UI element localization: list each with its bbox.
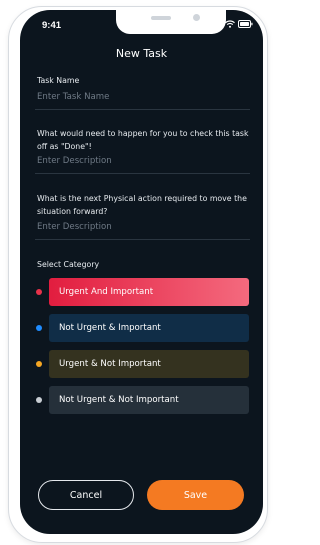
page-title: New Task: [115, 47, 168, 60]
category-option-label: Not Urgent & Important: [49, 314, 249, 342]
category-option-not-urgent-not-important[interactable]: Not Urgent & Not Important: [36, 386, 256, 414]
next-action-input[interactable]: Enter Description: [37, 222, 247, 232]
next-action-label: What is the next Physical action require…: [37, 194, 247, 216]
status-icons: [211, 20, 253, 28]
done-criteria-input[interactable]: Enter Description: [37, 156, 247, 166]
category-option-label: Urgent And Important: [49, 278, 249, 306]
save-button[interactable]: Save: [147, 480, 244, 510]
task-name-label: Task Name: [37, 76, 80, 85]
camera-dot: [193, 14, 200, 21]
cancel-button[interactable]: Cancel: [38, 480, 134, 510]
category-dot: [36, 325, 42, 331]
wifi-icon: [225, 20, 235, 28]
category-option-urgent-not-important[interactable]: Urgent & Not Important: [36, 350, 256, 378]
task-name-input[interactable]: Enter Task Name: [37, 92, 247, 102]
phone-notch: [116, 10, 226, 34]
category-label: Select Category: [37, 260, 100, 269]
category-dot: [36, 397, 42, 403]
category-dot: [36, 289, 42, 295]
done-criteria-divider: [35, 173, 250, 174]
task-name-divider: [35, 109, 250, 110]
category-dot: [36, 361, 42, 367]
category-option-urgent-important[interactable]: Urgent And Important: [36, 278, 256, 306]
app-screen: 9:41 New Task Task Name Enter Task Name …: [20, 10, 263, 534]
category-option-label: Not Urgent & Not Important: [49, 386, 249, 414]
done-criteria-label: What would need to happen for you to che…: [37, 129, 249, 151]
category-option-not-urgent-important[interactable]: Not Urgent & Important: [36, 314, 256, 342]
category-option-label: Urgent & Not Important: [49, 350, 249, 378]
battery-icon: [238, 20, 253, 28]
signal-icon: [211, 20, 222, 28]
status-time: 9:41: [42, 20, 62, 31]
next-action-divider: [35, 239, 250, 240]
speaker-grille: [151, 16, 171, 20]
